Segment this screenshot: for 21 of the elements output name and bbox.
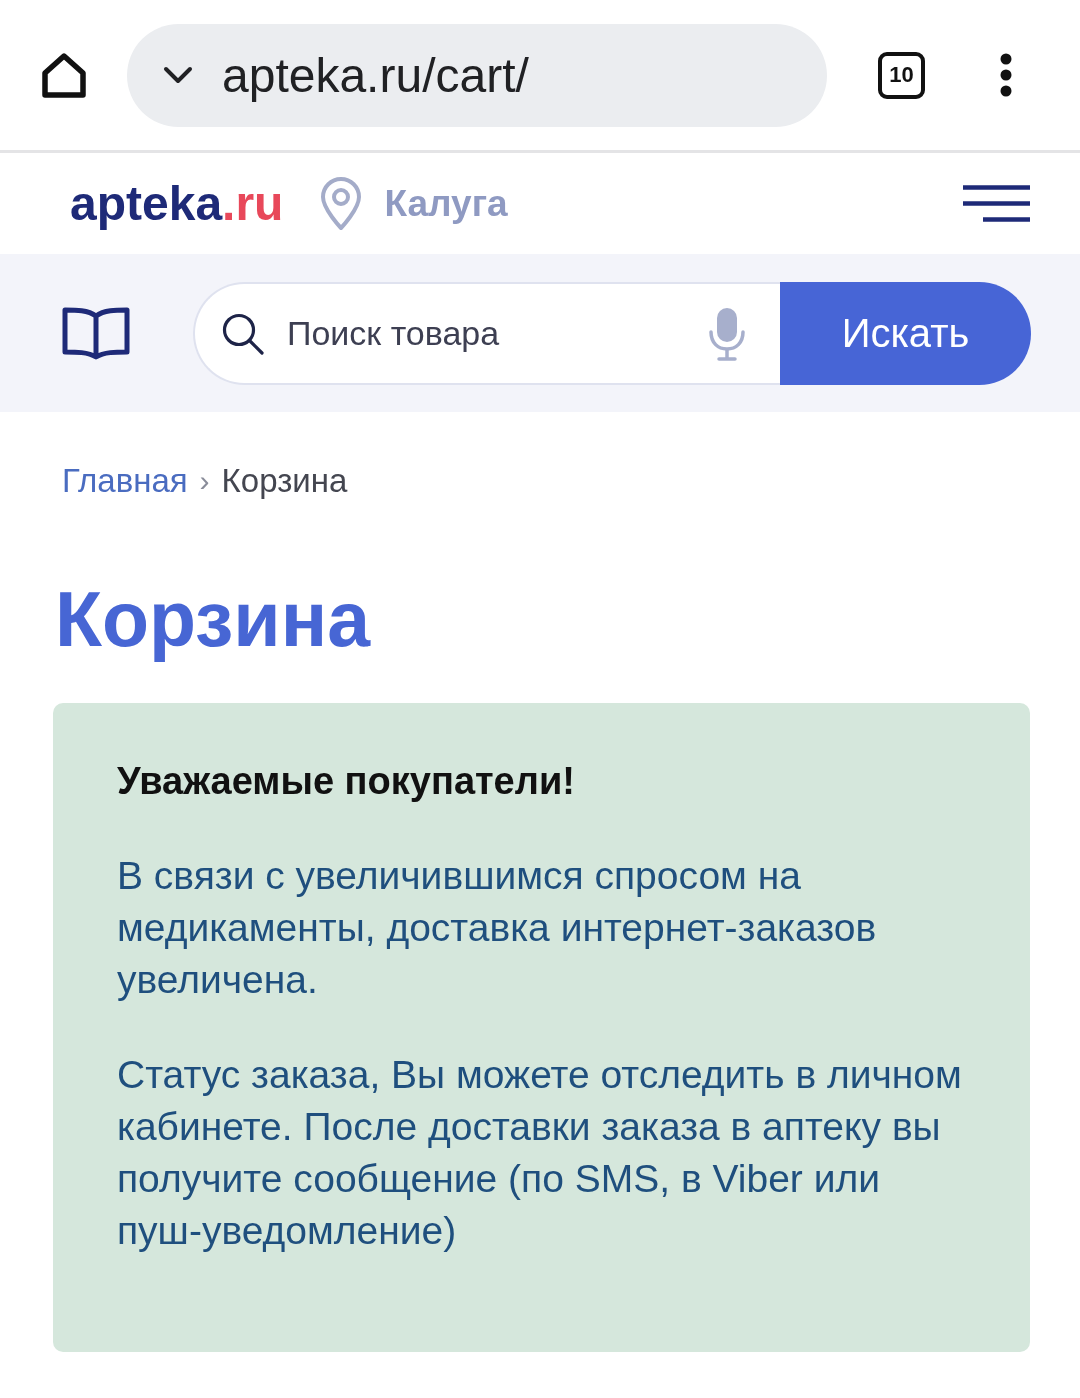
logo[interactable]: apteka.ru — [70, 176, 284, 231]
menu-button[interactable] — [963, 185, 1030, 222]
breadcrumb-link[interactable]: Главная — [62, 461, 188, 501]
more-options-icon — [1000, 53, 1012, 97]
tab-count-button[interactable]: 10 — [878, 51, 925, 99]
page-title: Корзина — [55, 575, 370, 663]
notice-title: Уважаемые покупатели! — [117, 759, 576, 804]
address-bar[interactable]: apteka.ru/cart/ — [127, 23, 827, 127]
breadcrumb-current: Корзина — [221, 461, 348, 501]
chevron-down-icon — [163, 66, 193, 84]
notice-text: В связи с увеличившимся спросом на медикаменты, доставка интернет-заказов увеличена. — [117, 853, 878, 1003]
notice-text: Статус заказа, Вы можете отследить в личном кабинете. После доставки заказа в аптеку вы получите сообщение (по SMS, в Viber или пуш-уведомление) — [117, 1052, 963, 1254]
home-icon[interactable] — [40, 51, 88, 99]
search-field[interactable]: Поиск товара — [193, 281, 780, 385]
breadcrumb-separator: › — [199, 463, 210, 499]
search-button[interactable]: Искать — [780, 281, 1031, 385]
map-pin-icon — [320, 176, 363, 231]
search-icon — [222, 312, 264, 355]
book-icon[interactable] — [62, 306, 130, 360]
more-options-button[interactable] — [1000, 53, 1012, 97]
menu-icon — [963, 185, 1030, 222]
